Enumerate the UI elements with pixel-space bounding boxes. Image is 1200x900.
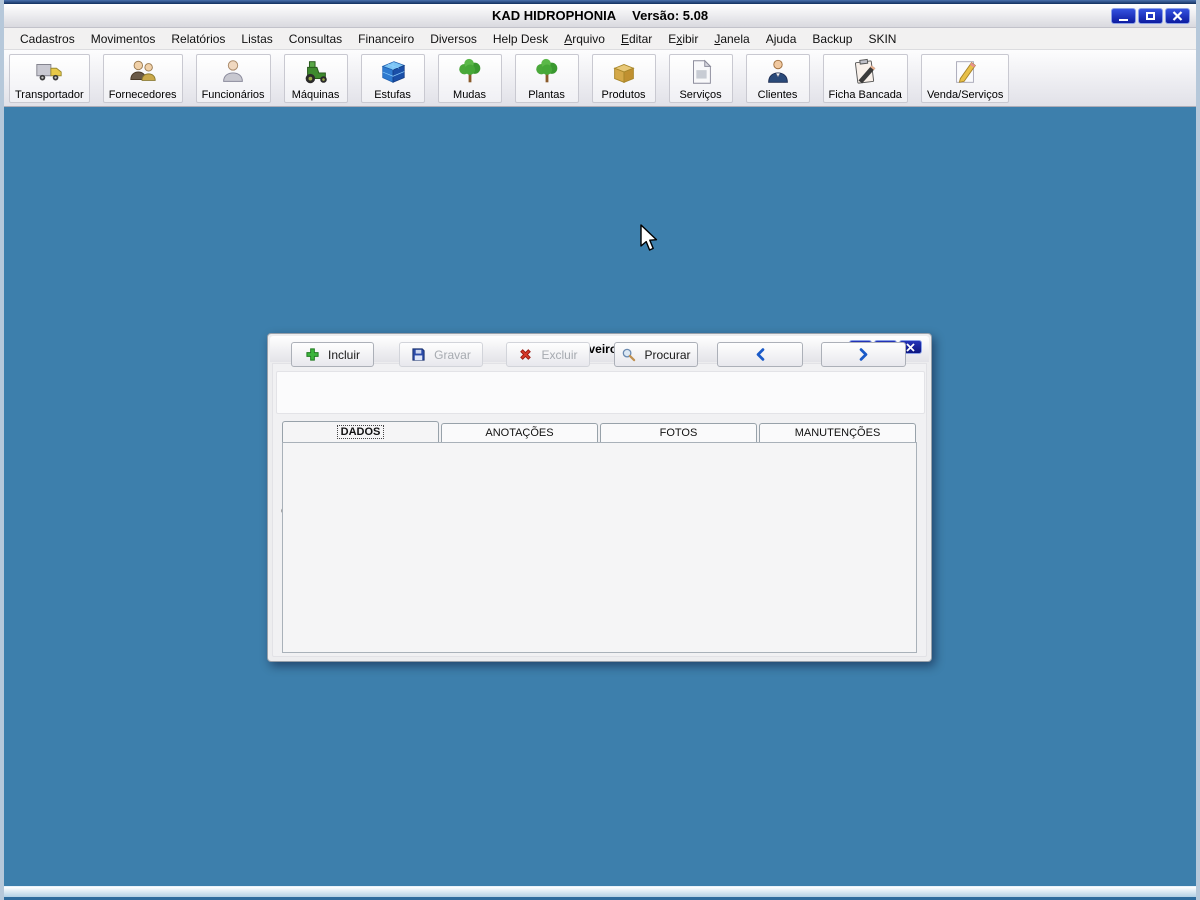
tab-label: FOTOS	[659, 427, 698, 439]
tab-label: ANOTAÇÕES	[485, 427, 554, 439]
minimize-button[interactable]	[1111, 8, 1136, 24]
window-controls	[1111, 8, 1190, 24]
toolbar-button-estufas[interactable]: Estufas	[360, 53, 425, 103]
toolbar-label: Clientes	[757, 88, 798, 101]
magnifier-icon	[623, 348, 636, 362]
toolbar-label: Venda/Serviços	[926, 88, 1004, 101]
plus-icon	[306, 348, 319, 361]
toolbar-button-produtos[interactable]: Produtos	[591, 53, 656, 103]
tab-content-panel	[282, 442, 917, 653]
clipboard-pen-icon	[855, 58, 876, 84]
toolbar-button-funcionarios[interactable]: Funcionários	[195, 53, 271, 103]
toolbar-button-ficha-bancada[interactable]: Ficha Bancada	[822, 53, 908, 103]
tree-icon	[458, 58, 480, 82]
chevron-left-icon	[756, 348, 764, 361]
toolbar-label: Estufas	[374, 88, 411, 101]
toolbar-label: Transportador	[15, 88, 84, 101]
window-bottom-strip	[4, 886, 1196, 897]
tree-icon	[535, 58, 557, 82]
main-toolbar: Transportador Fornecedores Funcionários …	[4, 50, 1196, 107]
pencil-icon	[956, 60, 977, 83]
toolbar-button-fornecedores[interactable]: Fornecedores	[102, 53, 183, 103]
truck-icon	[36, 63, 62, 80]
menu-item-financeiro[interactable]: Financeiro	[350, 30, 422, 48]
toolbar-label: Serviços	[679, 88, 722, 101]
maximize-icon	[1146, 12, 1155, 20]
menu-item-backup[interactable]: Backup	[804, 30, 860, 48]
menu-item-helpdesk[interactable]: Help Desk	[485, 30, 556, 48]
menu-bar: Cadastros Movimentos Relatórios Listas C…	[4, 28, 1196, 50]
tractor-icon	[305, 60, 327, 83]
menu-item-listas[interactable]: Listas	[233, 30, 280, 48]
button-label: Incluir	[327, 347, 360, 362]
tab-anotacoes[interactable]: ANOTAÇÕES	[441, 423, 598, 442]
toolbar-label: Máquinas	[291, 88, 340, 101]
tab-manutencoes[interactable]: MANUTENÇÕES	[759, 423, 916, 442]
procurar-button[interactable]: Procurar	[614, 342, 698, 367]
app-version: Versão: 5.08	[632, 8, 709, 23]
toolbar-button-maquinas[interactable]: Máquinas	[283, 53, 348, 103]
toolbar-button-plantas[interactable]: Plantas	[514, 53, 579, 103]
people-icon	[129, 60, 156, 81]
button-label: Procurar	[644, 347, 691, 362]
gravar-button[interactable]: Gravar	[399, 342, 483, 367]
tab-fotos[interactable]: FOTOS	[600, 423, 757, 442]
menu-item-exibir[interactable]: Exibir	[660, 30, 706, 48]
dialog-cadastro-viveiros: Cadastro viveiros / estufas Incluir Grav…	[267, 333, 932, 662]
tab-dados[interactable]: DADOS	[282, 421, 439, 442]
menu-item-diversos[interactable]: Diversos	[422, 30, 485, 48]
toolbar-button-venda-servicos[interactable]: Venda/Serviços	[920, 53, 1010, 103]
menu-item-editar[interactable]: Editar	[613, 30, 660, 48]
mdi-workspace: Cadastro viveiros / estufas Incluir Grav…	[4, 107, 1196, 886]
tab-label: DADOS	[336, 425, 385, 439]
minimize-icon	[1119, 18, 1128, 21]
document-icon	[692, 59, 712, 84]
red-x-icon	[520, 349, 532, 360]
maximize-button[interactable]	[1138, 8, 1163, 24]
button-label: Excluir	[541, 347, 578, 362]
toolbar-label: Mudas	[453, 88, 487, 101]
toolbar-button-servicos[interactable]: Serviços	[668, 53, 733, 103]
excluir-button[interactable]: Excluir	[506, 342, 590, 367]
menu-item-cadastros[interactable]: Cadastros	[12, 30, 83, 48]
close-icon	[906, 342, 915, 352]
floppy-icon	[412, 348, 425, 361]
close-icon	[1172, 11, 1183, 21]
menu-item-relatorios[interactable]: Relatórios	[163, 30, 233, 48]
chevron-right-icon	[859, 348, 868, 361]
toolbar-label: Fornecedores	[108, 88, 177, 101]
toolbar-button-clientes[interactable]: Clientes	[745, 53, 810, 103]
tab-label: MANUTENÇÕES	[794, 427, 881, 439]
dialog-action-bar	[276, 371, 925, 414]
client-icon	[767, 59, 788, 83]
menu-item-janela[interactable]: Janela	[706, 30, 757, 48]
menu-item-consultas[interactable]: Consultas	[281, 30, 350, 48]
toolbar-button-transportador[interactable]: Transportador	[9, 53, 90, 103]
cube-icon	[381, 60, 405, 83]
application-window: KAD HIDROPHONIA Versão: 5.08 Cadastros M…	[0, 0, 1200, 900]
toolbar-button-mudas[interactable]: Mudas	[437, 53, 502, 103]
box-icon	[612, 63, 635, 83]
menu-item-movimentos[interactable]: Movimentos	[83, 30, 164, 48]
toolbar-label: Plantas	[528, 88, 565, 101]
person-icon	[223, 59, 243, 82]
menu-item-skin[interactable]: SKIN	[860, 30, 904, 48]
menu-item-ajuda[interactable]: Ajuda	[758, 30, 805, 48]
toolbar-label: Produtos	[601, 88, 646, 101]
next-record-button[interactable]	[821, 342, 906, 367]
close-button[interactable]	[1165, 8, 1190, 24]
toolbar-label: Funcionários	[201, 88, 265, 101]
menu-item-arquivo[interactable]: Arquivo	[556, 30, 613, 48]
mouse-cursor	[640, 224, 658, 251]
button-label: Gravar	[434, 347, 471, 362]
main-titlebar: KAD HIDROPHONIA Versão: 5.08	[4, 4, 1196, 28]
toolbar-label: Ficha Bancada	[828, 88, 902, 101]
previous-record-button[interactable]	[717, 342, 803, 367]
incluir-button[interactable]: Incluir	[291, 342, 374, 367]
app-title: KAD HIDROPHONIA	[491, 8, 617, 23]
